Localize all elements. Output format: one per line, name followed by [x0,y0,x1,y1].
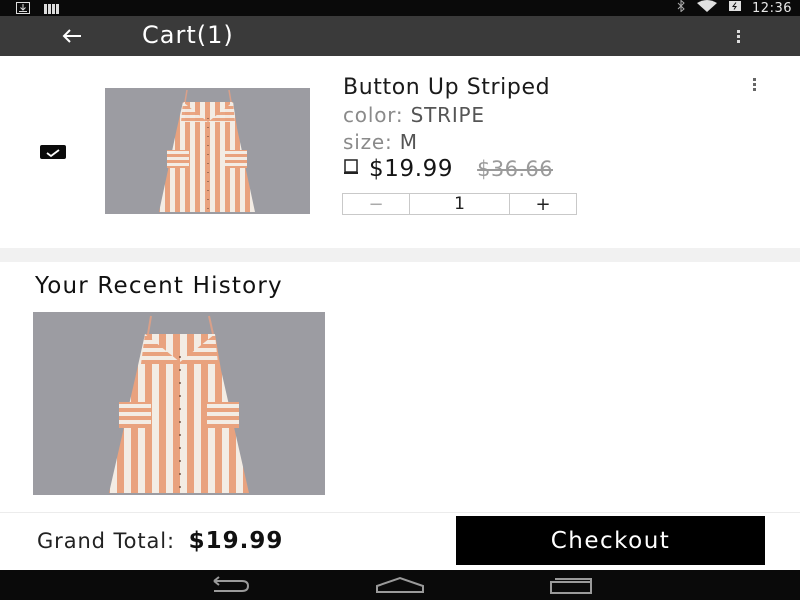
item-checkbox[interactable] [40,145,66,159]
battery-icon [728,0,742,16]
cart-item: Button Up Striped color: STRIPE size: M … [0,56,800,248]
recents-nav-button[interactable] [546,574,596,596]
back-nav-icon [213,576,250,592]
system-nav-bar [0,570,800,600]
product-price: $19.99 [369,156,454,182]
more-vertical-icon [753,78,756,91]
color-label: color: [343,103,404,127]
clock: 12:36 [752,0,792,16]
status-bar: 12:36 [0,0,800,16]
history-item-image[interactable] [33,312,325,495]
footer-divider [0,512,800,513]
bluetooth-icon [676,0,686,16]
quantity-value[interactable]: 1 [410,194,509,214]
arrow-left-icon [62,29,81,43]
size-label: size: [343,130,393,154]
original-price: $36.66 [477,157,553,181]
recents-nav-icon [550,578,592,594]
grand-total-amount: $19.99 [188,528,284,554]
section-divider [0,248,800,262]
app-bar: Cart(1) [0,16,800,56]
more-vertical-icon [736,29,740,43]
phone-icon [343,159,359,179]
history-title: Your Recent History [35,273,283,299]
home-nav-button[interactable] [375,574,425,596]
page-title: Cart(1) [142,21,234,49]
price-row: $19.99 $36.66 [343,156,553,182]
grand-total-label: Grand Total: [37,529,176,553]
quantity-stepper: − 1 + [342,193,577,215]
decrease-button[interactable]: − [343,194,410,215]
grand-total: Grand Total: $19.99 [37,528,283,554]
checkout-button[interactable]: Checkout [456,516,765,565]
overflow-menu-button[interactable] [730,24,746,48]
size-value: M [399,130,418,154]
back-button[interactable] [58,22,86,50]
item-menu-button[interactable] [753,78,756,91]
product-name[interactable]: Button Up Striped [343,75,550,100]
product-size: size: M [343,130,418,154]
home-nav-icon [376,576,424,593]
checkmark-icon [46,149,60,158]
back-nav-button[interactable] [204,574,254,596]
color-value: STRIPE [410,103,485,127]
product-image[interactable] [105,88,310,214]
wifi-icon [696,0,718,16]
increase-button[interactable]: + [509,194,576,215]
product-color: color: STRIPE [343,103,485,127]
